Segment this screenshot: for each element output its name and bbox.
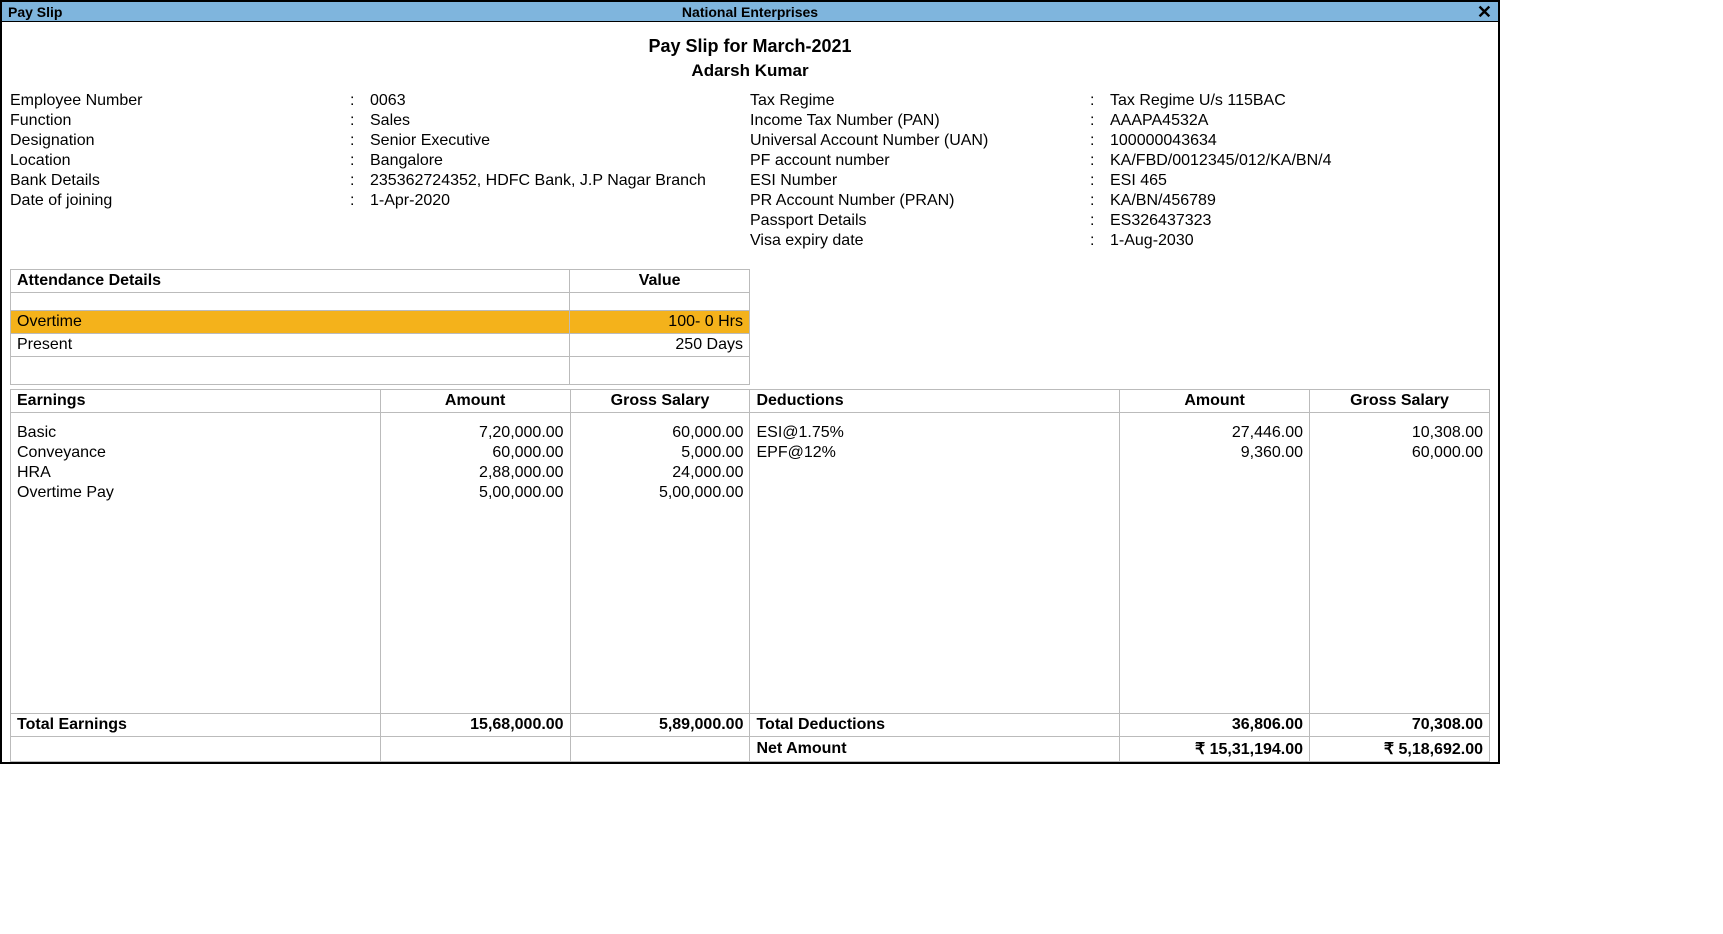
total-earnings-label: Total Earnings	[11, 713, 381, 736]
info-label: Employee Number	[10, 92, 350, 110]
attendance-header-value: Value	[570, 270, 750, 293]
attendance-row[interactable]: Overtime100- 0 Hrs	[11, 311, 750, 334]
payslip-window: Pay Slip National Enterprises ✕ Pay Slip…	[0, 0, 1500, 764]
info-value: AAAPA4532A	[1110, 112, 1490, 130]
attendance-value: 250 Days	[570, 334, 750, 357]
attendance-label: Overtime	[11, 311, 570, 334]
deduction-amount: 9,360.00	[1126, 443, 1303, 463]
close-icon[interactable]: ✕	[1477, 4, 1492, 20]
title-center: National Enterprises	[682, 4, 818, 20]
total-deductions-label: Total Deductions	[750, 713, 1120, 736]
info-value: 100000043634	[1110, 132, 1490, 150]
info-line: Function:Sales	[10, 111, 750, 131]
info-label: ESI Number	[750, 172, 1090, 190]
earning-amount: 7,20,000.00	[387, 423, 564, 443]
info-value: ES326437323	[1110, 212, 1490, 230]
info-line: Income Tax Number (PAN):AAAPA4532A	[750, 111, 1490, 131]
deductions-header: Deductions	[750, 390, 1120, 413]
deduction-name: EPF@12%	[756, 443, 1113, 463]
info-line: Passport Details:ES326437323	[750, 211, 1490, 231]
info-line: PR Account Number (PRAN):KA/BN/456789	[750, 191, 1490, 211]
info-label: Date of joining	[10, 192, 350, 210]
earning-name: HRA	[17, 463, 374, 483]
info-label: Location	[10, 152, 350, 170]
info-line: Employee Number:0063	[10, 91, 750, 111]
info-line: Date of joining:1-Apr-2020	[10, 191, 750, 211]
attendance-value: 100- 0 Hrs	[570, 311, 750, 334]
earnings-header: Earnings	[11, 390, 381, 413]
earning-gross: 5,00,000.00	[577, 483, 744, 503]
info-line: PF account number:KA/FBD/0012345/012/KA/…	[750, 151, 1490, 171]
info-label: Function	[10, 112, 350, 130]
attendance-label: Present	[11, 334, 570, 357]
info-label: Passport Details	[750, 212, 1090, 230]
attendance-section: Attendance Details Value Overtime100- 0 …	[10, 269, 1490, 385]
earnings-amount-header: Amount	[380, 390, 570, 413]
attendance-row[interactable]: Present250 Days	[11, 334, 750, 357]
info-value: KA/BN/456789	[1110, 192, 1490, 210]
info-line: Tax Regime:Tax Regime U/s 115BAC	[750, 91, 1490, 111]
info-value: Senior Executive	[370, 132, 750, 150]
info-value: Tax Regime U/s 115BAC	[1110, 92, 1490, 110]
info-label: Visa expiry date	[750, 232, 1090, 250]
deduction-name: ESI@1.75%	[756, 423, 1113, 443]
info-label: Bank Details	[10, 172, 350, 190]
deductions-gross-header: Gross Salary	[1310, 390, 1490, 413]
earning-amount: 5,00,000.00	[387, 483, 564, 503]
earning-gross: 60,000.00	[577, 423, 744, 443]
info-value: KA/FBD/0012345/012/KA/BN/4	[1110, 152, 1490, 170]
info-value: 1-Aug-2030	[1110, 232, 1490, 250]
page-title: Pay Slip for March-2021	[10, 30, 1490, 61]
earnings-deductions-table: Earnings Amount Gross Salary Deductions …	[10, 389, 1490, 762]
deduction-amount: 27,446.00	[1126, 423, 1303, 443]
info-line: Visa expiry date:1-Aug-2030	[750, 231, 1490, 251]
info-line: Location:Bangalore	[10, 151, 750, 171]
earnings-gross-header: Gross Salary	[570, 390, 750, 413]
earning-name: Conveyance	[17, 443, 374, 463]
info-label: Income Tax Number (PAN)	[750, 112, 1090, 130]
net-amount-value: ₹ 15,31,194.00	[1120, 736, 1310, 761]
info-value: Bangalore	[370, 152, 750, 170]
net-amount-gross: ₹ 5,18,692.00	[1310, 736, 1490, 761]
attendance-table: Attendance Details Value Overtime100- 0 …	[10, 269, 750, 385]
info-value: 235362724352, HDFC Bank, J.P Nagar Branc…	[370, 172, 750, 190]
deduction-gross: 10,308.00	[1316, 423, 1483, 443]
earnings-deductions-section: Earnings Amount Gross Salary Deductions …	[10, 389, 1490, 762]
deductions-amount-header: Amount	[1120, 390, 1310, 413]
total-earnings-amount: 15,68,000.00	[380, 713, 570, 736]
net-amount-label: Net Amount	[750, 736, 1120, 761]
info-line: Designation:Senior Executive	[10, 131, 750, 151]
info-line: Universal Account Number (UAN):100000043…	[750, 131, 1490, 151]
info-value: Sales	[370, 112, 750, 130]
deduction-gross: 60,000.00	[1316, 443, 1483, 463]
total-earnings-gross: 5,89,000.00	[570, 713, 750, 736]
info-label: Universal Account Number (UAN)	[750, 132, 1090, 150]
total-deductions-amount: 36,806.00	[1120, 713, 1310, 736]
total-deductions-gross: 70,308.00	[1310, 713, 1490, 736]
info-line: ESI Number:ESI 465	[750, 171, 1490, 191]
info-label: Designation	[10, 132, 350, 150]
earning-name: Basic	[17, 423, 374, 443]
title-bar: Pay Slip National Enterprises ✕	[2, 2, 1498, 22]
info-value: ESI 465	[1110, 172, 1490, 190]
info-label: PR Account Number (PRAN)	[750, 192, 1090, 210]
employee-info: Employee Number:0063Function:SalesDesign…	[10, 91, 1490, 251]
info-left-column: Employee Number:0063Function:SalesDesign…	[10, 91, 750, 251]
earning-gross: 24,000.00	[577, 463, 744, 483]
info-value: 0063	[370, 92, 750, 110]
info-line: Bank Details:235362724352, HDFC Bank, J.…	[10, 171, 750, 191]
info-right-column: Tax Regime:Tax Regime U/s 115BACIncome T…	[750, 91, 1490, 251]
earning-amount: 60,000.00	[387, 443, 564, 463]
title-left: Pay Slip	[8, 4, 62, 20]
info-label: Tax Regime	[750, 92, 1090, 110]
employee-name: Adarsh Kumar	[10, 61, 1490, 91]
earning-amount: 2,88,000.00	[387, 463, 564, 483]
earning-gross: 5,000.00	[577, 443, 744, 463]
content-area: Pay Slip for March-2021 Adarsh Kumar Emp…	[2, 22, 1498, 762]
attendance-header-label: Attendance Details	[11, 270, 570, 293]
info-value: 1-Apr-2020	[370, 192, 750, 210]
earning-name: Overtime Pay	[17, 483, 374, 503]
info-label: PF account number	[750, 152, 1090, 170]
